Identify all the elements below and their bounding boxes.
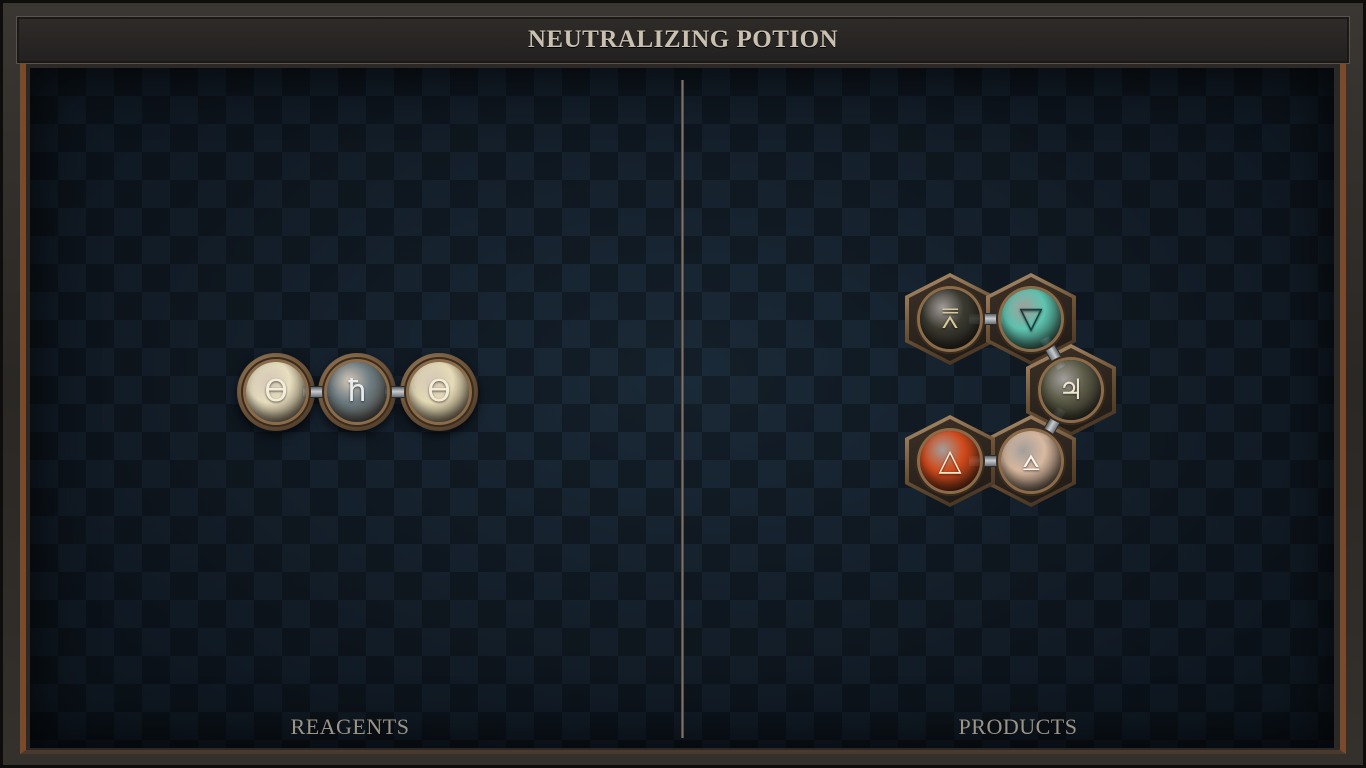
section-divider — [681, 80, 684, 738]
vinegar-symbol-icon: ⩞ — [941, 302, 959, 335]
water-atom[interactable]: ▽ — [1001, 289, 1061, 349]
tin-atom[interactable]: ♃ — [1041, 360, 1101, 420]
reagents-label: REAGENTS — [290, 714, 410, 739]
sulfur-symbol-icon: ⩟ — [1022, 444, 1040, 477]
fire-symbol-icon: △ — [938, 443, 962, 478]
sulfur-atom[interactable]: ⩟ — [1001, 431, 1061, 491]
tin-symbol-icon: ♃ — [1058, 373, 1084, 406]
vinegar-atom[interactable]: ⩞ — [920, 289, 980, 349]
lead-symbol-icon: ħ — [346, 374, 368, 409]
puzzle-title: NEUTRALIZING POTION — [527, 26, 839, 53]
salt-symbol-icon: ϴ — [264, 374, 288, 409]
salt-atom[interactable]: ϴ — [246, 362, 306, 422]
water-symbol-icon: ▽ — [1019, 301, 1043, 336]
fire-atom[interactable]: △ — [920, 431, 980, 491]
lead-atom[interactable]: ħ — [327, 362, 387, 422]
title-bar: NEUTRALIZING POTION — [16, 16, 1350, 64]
salt-symbol-icon: ϴ — [427, 374, 451, 409]
salt-atom[interactable]: ϴ — [409, 362, 469, 422]
products-label: PRODUCTS — [958, 714, 1078, 739]
